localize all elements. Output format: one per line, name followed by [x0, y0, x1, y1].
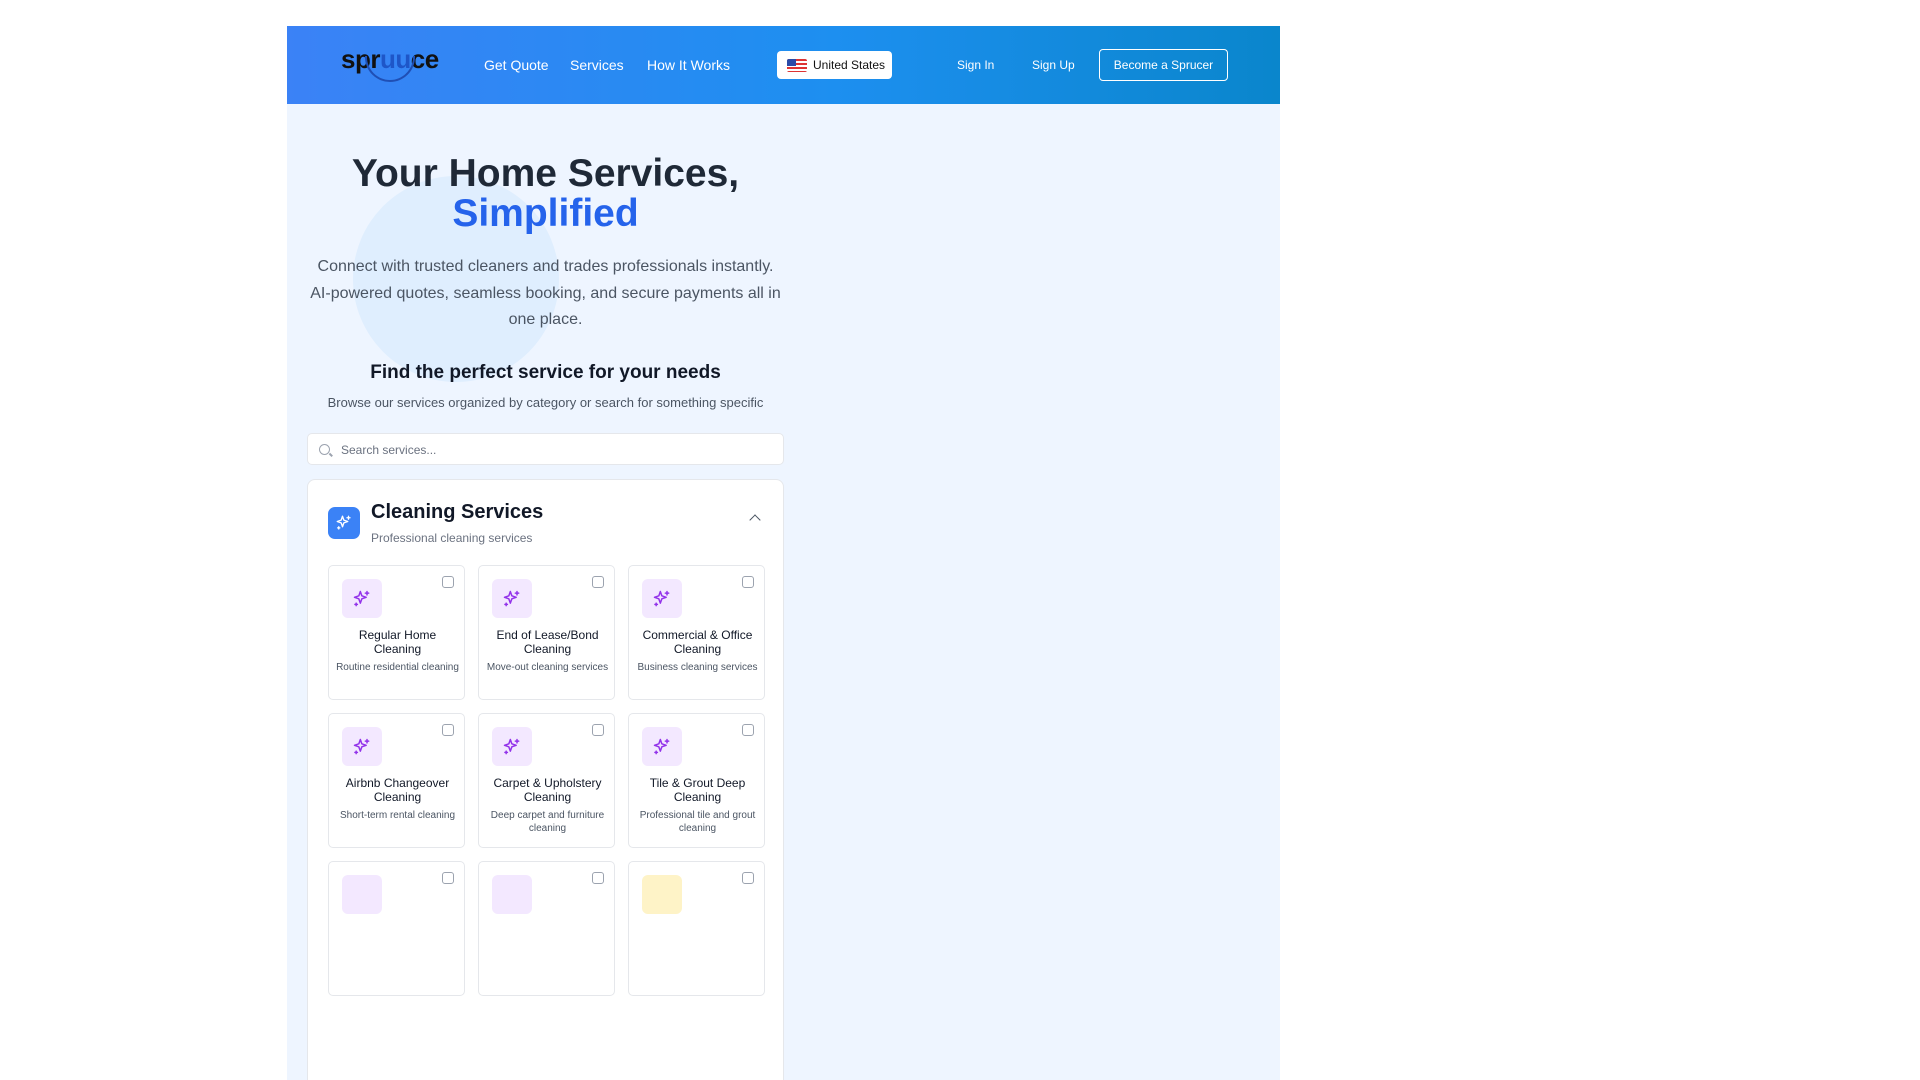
page: spruuce Get Quote Services How It Works …	[287, 26, 1280, 1080]
sparkles-icon	[492, 579, 532, 618]
us-flag-icon	[787, 58, 807, 72]
nav-get-quote[interactable]: Get Quote	[484, 57, 549, 73]
service-checkbox[interactable]	[742, 724, 754, 736]
service-card-carpet-upholstery-cleaning[interactable]: Carpet & Upholstery Cleaning Deep carpet…	[478, 713, 615, 848]
service-card-tile-grout-cleaning[interactable]: Tile & Grout Deep Cleaning Professional …	[628, 713, 765, 848]
service-card-title: Regular Home Cleaning	[358, 628, 437, 656]
service-card-title: Tile & Grout Deep Cleaning	[649, 776, 746, 804]
service-checkbox[interactable]	[742, 872, 754, 884]
service-card-desc: Business cleaning services	[637, 662, 758, 673]
service-card-desc: Routine residential cleaning	[336, 662, 459, 673]
service-card-partial[interactable]	[478, 861, 615, 996]
sparkles-icon	[642, 727, 682, 766]
service-checkbox[interactable]	[442, 872, 454, 884]
sparkles-icon	[492, 727, 532, 766]
sparkles-icon	[342, 727, 382, 766]
service-card-partial[interactable]	[328, 861, 465, 996]
hero-title: Your Home Services, Simplified	[307, 154, 784, 234]
category-subtitle: Professional cleaning services	[371, 531, 533, 545]
service-card-regular-home-cleaning[interactable]: Regular Home Cleaning Routine residentia…	[328, 565, 465, 700]
sparkles-icon	[642, 579, 682, 618]
service-card-title: Commercial & Office Cleaning	[642, 628, 753, 656]
logo-arc-decoration	[365, 56, 415, 82]
service-card-partial[interactable]	[628, 861, 765, 996]
sign-up-link[interactable]: Sign Up	[1032, 58, 1075, 72]
service-checkbox[interactable]	[592, 576, 604, 588]
service-checkbox[interactable]	[592, 724, 604, 736]
category-title: Cleaning Services	[371, 501, 544, 523]
service-card-commercial-office-cleaning[interactable]: Commercial & Office Cleaning Business cl…	[628, 565, 765, 700]
service-checkbox[interactable]	[442, 576, 454, 588]
service-card-title: Airbnb Changeover Cleaning	[345, 776, 450, 804]
country-selector[interactable]: United States	[777, 51, 892, 79]
search-icon	[319, 444, 330, 455]
cleaning-services-panel: Cleaning Services Professional cleaning …	[307, 479, 784, 1080]
become-sprucer-button[interactable]: Become a Sprucer	[1099, 49, 1228, 81]
service-card-title: Carpet & Upholstery Cleaning	[493, 776, 602, 804]
hero-subtitle: Connect with trusted cleaners and trades…	[310, 258, 781, 328]
top-header: spruuce Get Quote Services How It Works …	[287, 26, 1280, 104]
find-service-title: Find the perfect service for your needs	[370, 362, 721, 383]
service-checkbox[interactable]	[442, 724, 454, 736]
service-checkbox[interactable]	[742, 576, 754, 588]
service-card-desc: Move-out cleaning services	[486, 662, 609, 673]
nav-how-it-works[interactable]: How It Works	[647, 57, 730, 73]
service-card-airbnb-changeover-cleaning[interactable]: Airbnb Changeover Cleaning Short-term re…	[328, 713, 465, 848]
tool-icon	[642, 875, 682, 914]
sparkles-icon	[492, 875, 532, 914]
service-card-title: End of Lease/Bond Cleaning	[496, 628, 599, 656]
sparkles-icon	[342, 875, 382, 914]
country-label: United States	[813, 58, 886, 72]
chevron-up-icon[interactable]	[749, 514, 761, 526]
sparkles-icon	[342, 579, 382, 618]
service-card-desc: Deep carpet and furniture cleaning	[490, 810, 605, 834]
service-card-end-of-lease-cleaning[interactable]: End of Lease/Bond Cleaning Move-out clea…	[478, 565, 615, 700]
service-card-desc: Professional tile and grout cleaning	[639, 810, 756, 834]
sparkles-icon	[328, 507, 360, 539]
search-box	[307, 433, 784, 465]
service-checkbox[interactable]	[592, 872, 604, 884]
service-card-desc: Short-term rental cleaning	[339, 810, 456, 821]
sign-in-link[interactable]: Sign In	[957, 58, 994, 72]
nav-services[interactable]: Services	[570, 57, 624, 73]
hero-title-accent: Simplified	[452, 192, 639, 235]
find-service-subtitle: Browse our services organized by categor…	[327, 395, 764, 410]
search-input[interactable]	[341, 440, 771, 459]
